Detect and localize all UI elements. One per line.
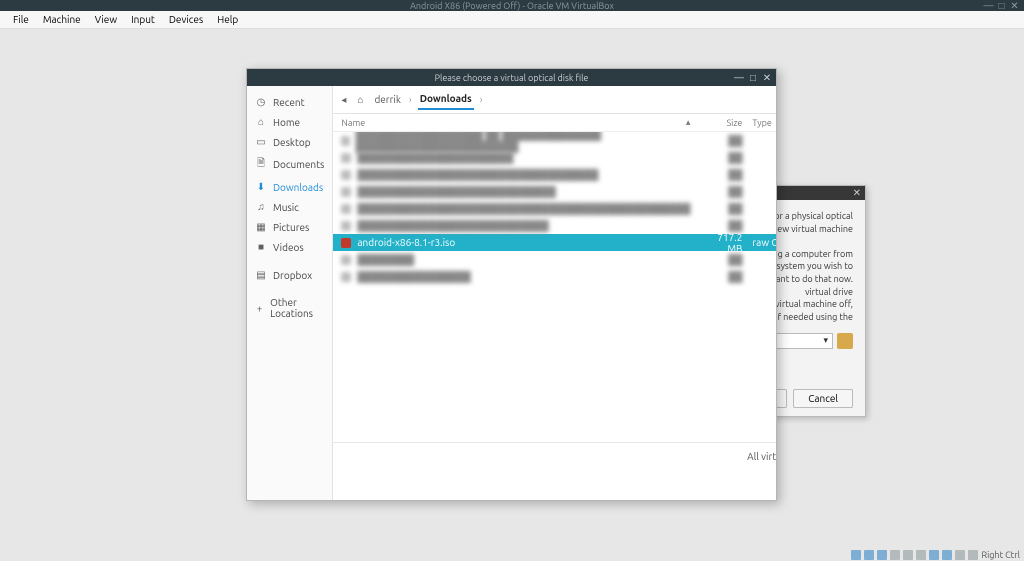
sidebar-item-music[interactable]: ♫Music (247, 197, 332, 217)
main-close-button[interactable]: ✕ (1009, 0, 1020, 12)
home-icon: ⌂ (255, 116, 267, 128)
menu-view[interactable]: View (88, 14, 124, 25)
sidebar-item-documents[interactable]: 🗎Documents (247, 152, 332, 177)
status-icon (851, 550, 861, 560)
sidebar-item-pictures[interactable]: ▦Pictures (247, 217, 332, 237)
menu-help[interactable]: Help (210, 14, 245, 25)
file-name: android-x86-8.1-r3.iso (357, 237, 455, 248)
sidebar-item-home[interactable]: ⌂Home (247, 112, 332, 132)
file-type: raw CD image (752, 237, 776, 248)
main-window-title: Android X86 (Powered Off) - Oracle VM Vi… (410, 1, 614, 11)
status-icon (864, 550, 874, 560)
status-icon (942, 550, 952, 560)
status-icon (955, 550, 965, 560)
clock-icon: ◷ (255, 96, 267, 108)
list-item[interactable]: ██████████████████████████████████████ (333, 166, 776, 183)
list-item[interactable]: ████████████████████████████████ (333, 183, 776, 200)
home-icon: ⌂ (354, 94, 366, 106)
header-type[interactable]: Type (752, 118, 776, 128)
main-window-titlebar: Android X86 (Powered Off) - Oracle VM Vi… (0, 0, 1024, 11)
fd-close-button[interactable]: ✕ (762, 72, 772, 84)
download-icon: ⬇ (255, 181, 267, 193)
list-item[interactable]: ████████████ (333, 251, 776, 268)
file-list: ██████████████████ ██ ██████████████ ███… (333, 132, 776, 442)
host-key-label: Right Ctrl (981, 550, 1020, 560)
list-item-selected[interactable]: android-x86-8.1-r3.iso 717.2 MB raw CD i… (333, 234, 776, 251)
bg-cancel-button[interactable]: Cancel (793, 389, 853, 408)
plus-icon: + (255, 303, 264, 314)
main-minimize-button[interactable]: — (983, 0, 994, 12)
picture-icon: ▦ (255, 221, 267, 233)
menu-file[interactable]: File (6, 14, 36, 25)
breadcrumb: ◂ ⌂ derrik › Downloads › (333, 86, 776, 114)
sidebar-item-other[interactable]: +Other Locations (247, 293, 332, 323)
menu-machine[interactable]: Machine (36, 14, 88, 25)
header-size[interactable]: Size (700, 118, 742, 128)
breadcrumb-user[interactable]: derrik (372, 90, 402, 109)
file-dialog-title: Please choose a virtual optical disk fil… (435, 73, 589, 83)
list-item[interactable]: ██████████████████████████ (333, 149, 776, 166)
sidebar-item-downloads[interactable]: ⬇Downloads (247, 177, 332, 197)
header-name[interactable]: Name (341, 118, 675, 128)
status-icon (903, 550, 913, 560)
status-icon (968, 550, 978, 560)
fd-minimize-button[interactable]: — (734, 72, 744, 84)
dropbox-icon: ▤ (255, 269, 267, 281)
list-item[interactable]: ████████████████████████████████████████… (333, 200, 776, 217)
list-item[interactable]: ███████████████████████████████ (333, 217, 776, 234)
status-icon (929, 550, 939, 560)
list-item[interactable]: ████████████████████ (333, 268, 776, 285)
music-icon: ♫ (255, 201, 267, 213)
sidebar-item-recent[interactable]: ◷Recent (247, 92, 332, 112)
main-menubar: File Machine View Input Devices Help (0, 11, 1024, 29)
sidebar-item-videos[interactable]: ■Videos (247, 237, 332, 257)
video-icon: ■ (255, 241, 267, 253)
file-chooser-dialog: Please choose a virtual optical disk fil… (246, 68, 777, 501)
statusbar: Right Ctrl (851, 549, 1024, 561)
sidebar-item-desktop[interactable]: ▭Desktop (247, 132, 332, 152)
list-item[interactable]: ██████████████████ ██ ██████████████ ███… (333, 132, 776, 149)
desktop-icon: ▭ (255, 136, 267, 148)
file-list-header: Name ▴ Size Type Modified (333, 114, 776, 132)
fd-maximize-button[interactable]: □ (748, 72, 758, 84)
folder-icon[interactable] (837, 333, 853, 349)
filter-label[interactable]: All virtual optical disk files (747, 451, 776, 462)
bg-close-button[interactable]: ✕ (853, 187, 861, 199)
chevron-right-icon: › (409, 94, 412, 105)
status-icon (877, 550, 887, 560)
iso-icon (341, 238, 351, 248)
main-maximize-button[interactable]: □ (996, 0, 1007, 12)
breadcrumb-current[interactable]: Downloads (418, 89, 474, 110)
sort-indicator-icon: ▴ (686, 117, 691, 128)
menu-devices[interactable]: Devices (162, 14, 210, 25)
file-dialog-sidebar: ◷Recent ⌂Home ▭Desktop 🗎Documents ⬇Downl… (247, 86, 333, 500)
status-icon (916, 550, 926, 560)
menu-input[interactable]: Input (124, 14, 162, 25)
chevron-right-icon: › (480, 94, 483, 105)
breadcrumb-back[interactable]: ◂ (341, 94, 346, 106)
document-icon: 🗎 (255, 156, 267, 173)
sidebar-item-dropbox[interactable]: ▤Dropbox (247, 265, 332, 285)
status-icon (890, 550, 900, 560)
